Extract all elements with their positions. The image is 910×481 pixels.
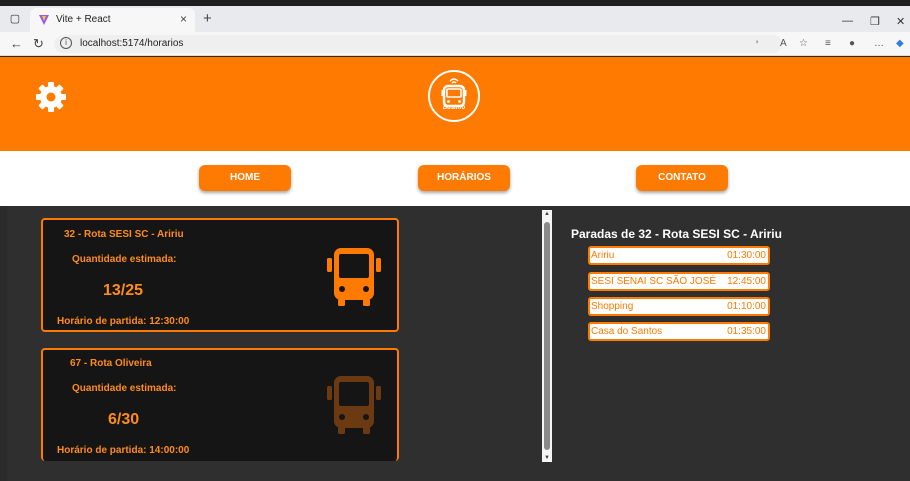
new-tab-button[interactable]: + <box>203 11 212 26</box>
stop-time: 01:35:00 <box>727 326 766 337</box>
quantity-value: 13/25 <box>103 282 144 299</box>
nav-horarios-button[interactable]: HORÁRIOS <box>418 165 510 191</box>
profile-icon[interactable]: ● <box>849 38 855 49</box>
route-card[interactable]: 67 - Rota Oliveira Quantidade estimada: … <box>41 348 399 461</box>
scroll-thumb[interactable] <box>544 222 550 450</box>
tab-bar: ▢ Vite + React × + — ❐ ✕ <box>0 6 910 32</box>
cards-scrollbar[interactable]: ▲ ▼ <box>542 210 552 462</box>
bus-icon <box>327 376 381 434</box>
reload-icon[interactable]: ↻ <box>33 36 44 52</box>
stops-title: Paradas de 32 - Rota SESI SC - Aririu <box>571 227 782 241</box>
quantity-label: Quantidade estimada: <box>72 383 177 394</box>
nav-home-button[interactable]: HOME <box>199 165 291 191</box>
stop-item[interactable]: Aririu 01:30:00 <box>588 246 770 265</box>
bus-icon <box>327 248 381 306</box>
app-logo: BusInfo <box>428 70 480 122</box>
stop-name: Shopping <box>591 301 634 312</box>
nav-contato-button[interactable]: CONTATO <box>636 165 728 191</box>
stop-item[interactable]: Casa do Santos 01:35:00 <box>588 322 770 341</box>
stop-time: 01:10:00 <box>727 301 766 312</box>
stop-item[interactable]: SESI SENAI SC SÃO JOSÉ 12:45:00 <box>588 272 770 291</box>
restore-icon[interactable]: ❐ <box>870 15 880 28</box>
quantity-value: 6/30 <box>108 411 140 428</box>
stop-name: Aririu <box>591 250 615 261</box>
favorite-icon[interactable]: ☆ <box>799 38 808 49</box>
address-bar: ← ↻ i localhost:5174/horarios ⷶ A ☆ ≡ ● … <box>0 32 910 56</box>
tab-title: Vite + React <box>56 14 111 25</box>
stop-name: Casa do Santos <box>591 326 663 337</box>
close-window-icon[interactable]: ✕ <box>896 15 905 28</box>
info-icon[interactable]: i <box>60 37 72 49</box>
tab-close-icon[interactable]: × <box>180 12 187 26</box>
route-name: 32 - Rota SESI SC - Aririu <box>64 229 184 240</box>
copilot-icon[interactable]: ◆ <box>896 38 904 49</box>
main-content: 32 - Rota SESI SC - Aririu Quantidade es… <box>7 206 910 481</box>
route-name: 67 - Rota Oliveira <box>70 358 152 369</box>
stop-name: SESI SENAI SC SÃO JOSÉ <box>591 276 717 287</box>
scroll-down-icon[interactable]: ▼ <box>542 455 552 461</box>
gear-icon[interactable] <box>33 79 69 115</box>
font-icon[interactable]: A <box>780 38 787 49</box>
stop-item[interactable]: Shopping 01:10:00 <box>588 297 770 316</box>
bus-logo-icon <box>441 78 467 108</box>
sidebar-toggle-icon[interactable]: ▢ <box>8 13 22 25</box>
route-card[interactable]: 32 - Rota SESI SC - Aririu Quantidade es… <box>41 218 399 332</box>
url-field[interactable]: i localhost:5174/horarios <box>54 35 782 53</box>
url-text: localhost:5174/horarios <box>80 38 184 49</box>
departure-time: Horário de partida: 12:30:00 <box>57 316 190 327</box>
scroll-up-icon[interactable]: ▲ <box>542 211 552 217</box>
departure-time: Horário de partida: 14:00:00 <box>57 445 190 456</box>
vite-logo-icon <box>39 15 49 25</box>
quantity-label: Quantidade estimada: <box>72 254 177 265</box>
stop-time: 01:30:00 <box>727 250 766 261</box>
stop-time: 12:45:00 <box>727 276 766 287</box>
favorites-icon[interactable]: ≡ <box>825 38 831 49</box>
nav-bar: HOME HORÁRIOS CONTATO <box>0 151 910 206</box>
logo-text: BusInfo <box>442 105 466 111</box>
minimize-icon[interactable]: — <box>842 15 853 27</box>
browser-tab[interactable]: Vite + React × <box>30 8 195 32</box>
back-icon[interactable]: ← <box>10 36 23 51</box>
app-header: BusInfo <box>0 57 910 151</box>
more-icon[interactable]: … <box>874 38 884 49</box>
